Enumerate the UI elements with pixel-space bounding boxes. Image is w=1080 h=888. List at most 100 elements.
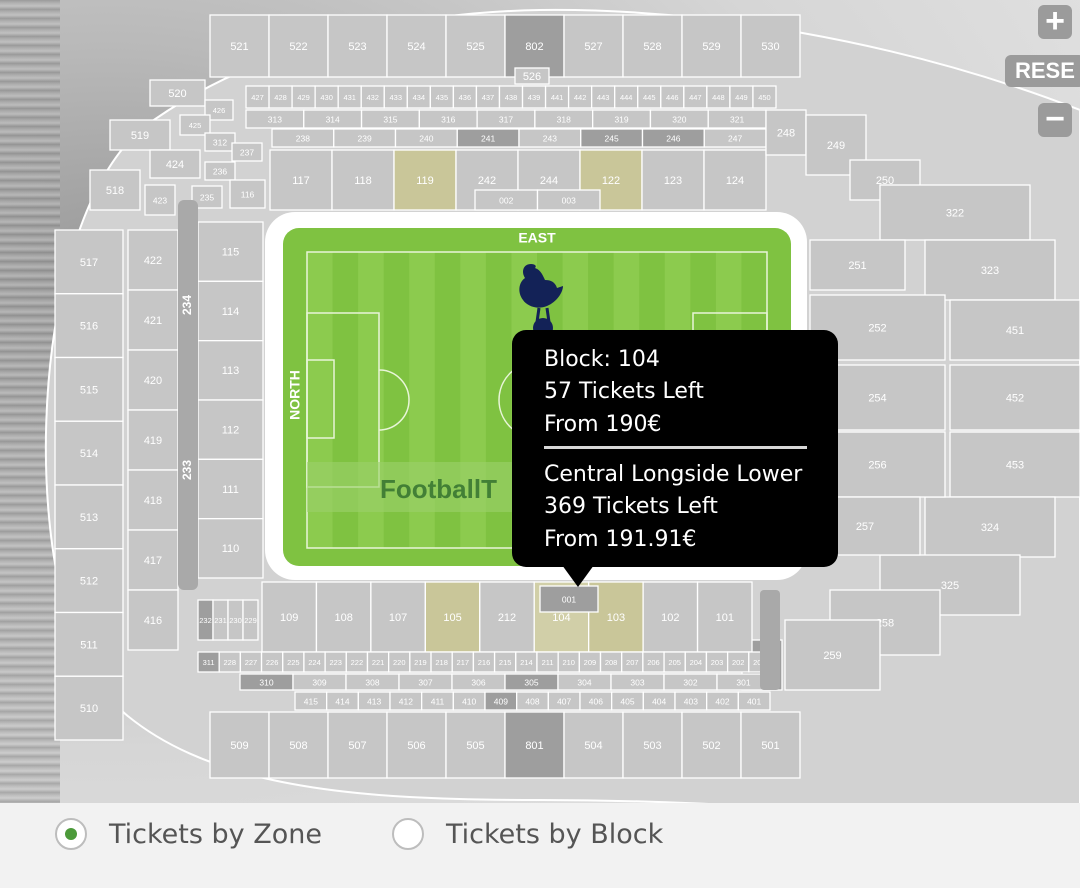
section-507[interactable]: 507	[327, 711, 388, 779]
section-003[interactable]: 003	[536, 189, 601, 211]
section-111[interactable]: 111	[197, 458, 264, 520]
reset-view-button[interactable]: RESE	[1005, 55, 1080, 87]
section-107[interactable]: 107	[370, 581, 426, 653]
section-315[interactable]: 315	[360, 109, 420, 129]
section-202[interactable]: 202	[726, 651, 750, 673]
section-434[interactable]: 434	[406, 85, 431, 109]
section-117[interactable]: 117	[269, 149, 333, 211]
section-320[interactable]: 320	[649, 109, 709, 129]
section-438[interactable]: 438	[498, 85, 524, 109]
section-514[interactable]: 514	[54, 420, 124, 486]
section-517[interactable]: 517	[54, 229, 124, 295]
section-503[interactable]: 503	[622, 711, 683, 779]
section-307[interactable]: 307	[398, 673, 453, 691]
tickets-by-block-radio[interactable]	[392, 818, 424, 850]
section-518[interactable]: 518	[89, 169, 141, 211]
section-209[interactable]: 209	[578, 651, 602, 673]
section-414[interactable]: 414	[326, 691, 359, 711]
section-211[interactable]: 211	[536, 651, 559, 673]
section-446[interactable]: 446	[660, 85, 685, 109]
section-405[interactable]: 405	[611, 691, 644, 711]
section-512[interactable]: 512	[54, 548, 124, 614]
section-002[interactable]: 002	[474, 189, 539, 211]
section-223[interactable]: 223	[324, 651, 347, 673]
section-248[interactable]: 248	[765, 109, 807, 156]
section-530[interactable]: 530	[740, 14, 801, 78]
section-246[interactable]: 246	[641, 128, 705, 148]
tickets-by-block-option[interactable]: Tickets by Block	[392, 818, 663, 850]
section-318[interactable]: 318	[534, 109, 594, 129]
section-520[interactable]: 520	[149, 79, 206, 107]
section-314[interactable]: 314	[303, 109, 363, 129]
section-123[interactable]: 123	[641, 149, 705, 211]
section-101[interactable]: 101	[696, 581, 753, 653]
section-114[interactable]: 114	[197, 280, 264, 342]
section-522[interactable]: 522	[268, 14, 329, 78]
section-238[interactable]: 238	[271, 128, 335, 148]
section-210[interactable]: 210	[557, 651, 580, 673]
section-322[interactable]: 322	[879, 184, 1031, 241]
section-219[interactable]: 219	[409, 651, 432, 673]
section-528[interactable]: 528	[622, 14, 683, 78]
section-429[interactable]: 429	[291, 85, 316, 109]
section-432[interactable]: 432	[360, 85, 385, 109]
section-444[interactable]: 444	[614, 85, 639, 109]
section-221[interactable]: 221	[366, 651, 390, 673]
section-102[interactable]: 102	[642, 581, 699, 653]
section-402[interactable]: 402	[706, 691, 739, 711]
section-410[interactable]: 410	[452, 691, 486, 711]
section-519[interactable]: 519	[109, 119, 171, 151]
section-413[interactable]: 413	[357, 691, 391, 711]
section-115[interactable]: 115	[197, 221, 264, 282]
section-313[interactable]: 313	[245, 109, 305, 129]
section-404[interactable]: 404	[642, 691, 676, 711]
section-425[interactable]: 425	[179, 114, 211, 136]
section-452[interactable]: 452	[949, 364, 1080, 431]
section-403[interactable]: 403	[674, 691, 708, 711]
section-310[interactable]: 310	[239, 673, 294, 691]
section-232[interactable]: 232	[197, 599, 214, 641]
section-203[interactable]: 203	[705, 651, 729, 673]
section-447[interactable]: 447	[683, 85, 708, 109]
section-451[interactable]: 451	[949, 299, 1080, 361]
section-124[interactable]: 124	[703, 149, 767, 211]
section-408[interactable]: 408	[516, 691, 549, 711]
section-316[interactable]: 316	[418, 109, 478, 129]
section-421[interactable]: 421	[127, 289, 179, 351]
section-214[interactable]: 214	[515, 651, 538, 673]
section-319[interactable]: 319	[592, 109, 652, 129]
section-427[interactable]: 427	[245, 85, 270, 109]
section-208[interactable]: 208	[599, 651, 623, 673]
section-236[interactable]: 236	[204, 161, 236, 181]
section-239[interactable]: 239	[333, 128, 397, 148]
section-240[interactable]: 240	[394, 128, 458, 148]
tickets-by-zone-radio[interactable]	[55, 818, 87, 850]
section-801[interactable]: 801	[504, 711, 565, 779]
section-231[interactable]: 231	[212, 599, 229, 641]
section-243[interactable]: 243	[518, 128, 582, 148]
section-225[interactable]: 225	[282, 651, 305, 673]
section-416[interactable]: 416	[127, 589, 179, 651]
section-521[interactable]: 521	[209, 14, 270, 78]
section-510[interactable]: 510	[54, 675, 124, 741]
section-207[interactable]: 207	[621, 651, 644, 673]
section-453[interactable]: 453	[949, 431, 1080, 498]
section-118[interactable]: 118	[331, 149, 395, 211]
section-526[interactable]: 526	[514, 67, 550, 85]
section-204[interactable]: 204	[684, 651, 708, 673]
section-406[interactable]: 406	[579, 691, 613, 711]
section-321[interactable]: 321	[707, 109, 767, 129]
section-230[interactable]: 230	[227, 599, 244, 641]
section-424[interactable]: 424	[149, 149, 201, 179]
section-112[interactable]: 112	[197, 399, 264, 460]
section-218[interactable]: 218	[430, 651, 453, 673]
section-247[interactable]: 247	[703, 128, 767, 148]
section-259[interactable]: 259	[784, 619, 881, 691]
section-303[interactable]: 303	[610, 673, 665, 691]
section-205[interactable]: 205	[663, 651, 686, 673]
section-523[interactable]: 523	[327, 14, 388, 78]
section-439[interactable]: 439	[521, 85, 547, 109]
section-105[interactable]: 105	[424, 581, 481, 653]
section-116[interactable]: 116	[229, 179, 266, 209]
section-516[interactable]: 516	[54, 293, 124, 359]
